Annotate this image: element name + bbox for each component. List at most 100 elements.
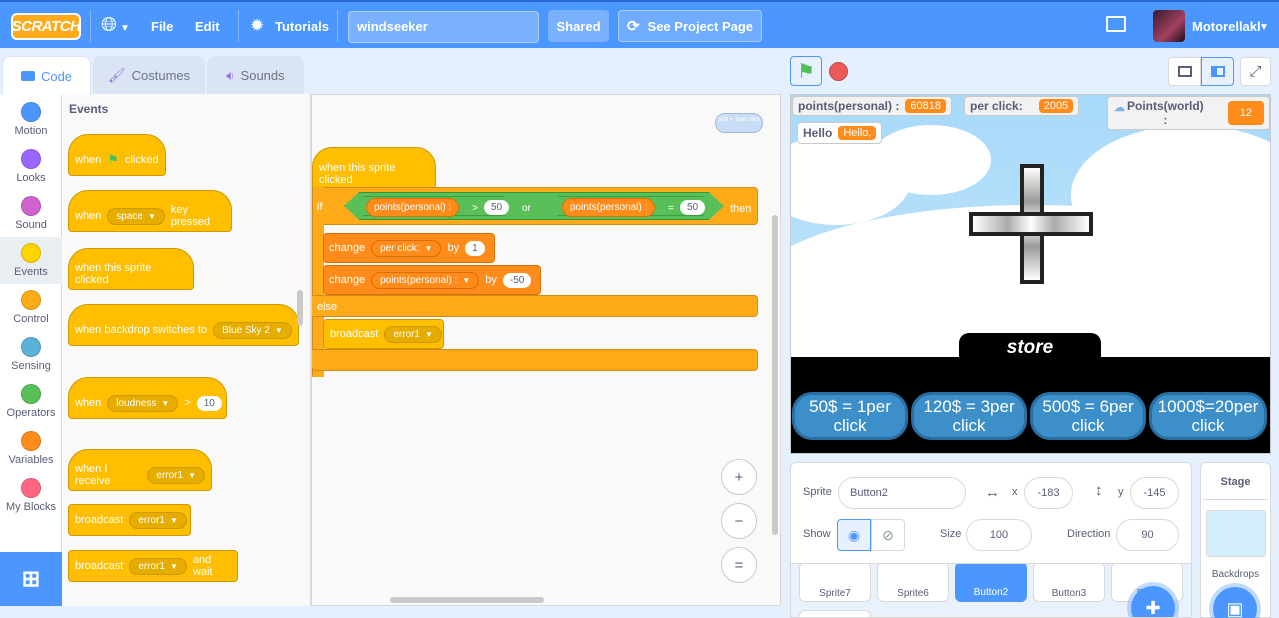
when-backdrop-switches-block[interactable]: when backdrop switches to Blue Sky 2 ▼ (68, 304, 299, 346)
shop-button-4[interactable]: 1000$=20per click (1149, 392, 1267, 440)
sprite-name-input[interactable]: Button2 (838, 477, 966, 509)
sprite-list: Sprite7 Sprite6 Button2 Button3 Bu... ✚ (790, 564, 1192, 618)
when-sprite-clicked-block[interactable]: when this sprite clicked (68, 248, 194, 290)
collapsed-comment[interactable]: 50$ = 1per click (715, 113, 763, 133)
category-operators[interactable]: Operators (0, 378, 62, 425)
sprite-card-selected[interactable]: Button2 (955, 564, 1027, 602)
loudness-value-input[interactable]: 10 (196, 395, 222, 411)
username[interactable]: Motorellakl (1192, 19, 1261, 34)
tab-costumes[interactable]: 🖌︎ Costumes (93, 56, 205, 94)
category-my-blocks[interactable]: My Blocks (0, 472, 62, 519)
file-menu[interactable]: File (151, 19, 173, 34)
palette-title: Events (69, 102, 109, 116)
zoom-in-button[interactable]: + (721, 459, 757, 495)
backdrop-dropdown[interactable]: Blue Sky 2 ▼ (213, 321, 292, 339)
tab-sounds[interactable]: 🔉︎ Sounds (207, 56, 304, 94)
message-dropdown[interactable]: error1 ▼ (129, 511, 187, 529)
tutorials-menu[interactable]: Tutorials (275, 19, 329, 34)
change-amount-input[interactable]: -50 (502, 272, 532, 288)
category-variables[interactable]: Variables (0, 425, 62, 472)
size-input[interactable]: 100 (966, 519, 1032, 551)
my-stuff-folder-icon[interactable] (1106, 16, 1126, 32)
direction-input[interactable]: 90 (1116, 519, 1179, 551)
variable-dropdown[interactable]: per click: ▼ (371, 239, 442, 257)
variable-dropdown[interactable]: points(personal) : ▼ (371, 271, 480, 289)
scratch-logo[interactable]: SCRATCH (11, 13, 81, 40)
stop-button[interactable] (829, 62, 848, 81)
shop-button-1[interactable]: 50$ = 1per click (792, 392, 908, 440)
sprite-card[interactable]: Sprite7 (799, 564, 871, 602)
points-personal-reporter[interactable]: points(personal) : (366, 198, 460, 217)
category-sound[interactable]: Sound (0, 190, 62, 237)
zoom-reset-button[interactable]: = (721, 547, 757, 583)
language-globe-icon[interactable]: 🌐︎ ▼ (101, 14, 130, 37)
message-dropdown[interactable]: error1 ▼ (129, 557, 187, 575)
broadcast-block[interactable]: broadcast error1 ▼ (323, 319, 444, 349)
tab-code[interactable]: Code (2, 56, 91, 95)
change-per-click-block[interactable]: change per click: ▼ by 1 (323, 233, 495, 263)
horizontal-scrollbar[interactable] (390, 597, 544, 603)
when-key-pressed-block[interactable]: when space ▼ key pressed (68, 190, 232, 232)
choose-backdrop-button[interactable]: ▣ (1213, 587, 1257, 618)
when-flag-clicked-block[interactable]: when ⚑ clicked (68, 134, 166, 176)
add-extension-button[interactable]: ⊞ (0, 552, 62, 606)
project-title-input[interactable]: windseeker (348, 11, 539, 43)
script-area[interactable]: 50$ = 1per click when this sprite clicke… (311, 94, 781, 606)
cross-sprite[interactable] (969, 212, 1093, 236)
account-chevron-down-icon[interactable]: ▼ (1259, 22, 1269, 33)
sprite-card[interactable]: Sprite6 (877, 564, 949, 602)
category-looks[interactable]: Looks (0, 143, 62, 190)
hide-sprite-button[interactable]: ⊘ (871, 519, 905, 551)
block-text: broadcast (75, 514, 124, 526)
when-sprite-clicked-hat[interactable]: when this sprite clicked (312, 147, 436, 189)
sprite-card[interactable] (799, 610, 871, 617)
per-click-monitor[interactable]: per click: 2005 (964, 96, 1080, 116)
shared-button[interactable]: Shared (548, 10, 609, 42)
show-sprite-button[interactable]: ◉ (837, 519, 871, 551)
when-loudness-block[interactable]: when loudness ▼ > 10 (68, 377, 227, 419)
points-world-monitor[interactable]: ☁ Points(world) : 12 (1107, 96, 1270, 130)
category-sensing[interactable]: Sensing (0, 331, 62, 378)
change-points-block[interactable]: change points(personal) : ▼ by -50 (323, 265, 541, 295)
category-motion[interactable]: Motion (0, 96, 62, 143)
broadcast-and-wait-block[interactable]: broadcast error1 ▼ and wait (68, 550, 238, 582)
see-project-page-button[interactable]: ⟳ See Project Page (618, 10, 762, 42)
category-events[interactable]: Events (0, 237, 62, 284)
change-amount-input[interactable]: 1 (465, 240, 485, 256)
small-stage-button[interactable] (1168, 57, 1201, 86)
hello-monitor[interactable]: Hello Hello, (797, 122, 883, 144)
category-label: Variables (8, 454, 54, 466)
stage-thumbnail[interactable] (1206, 510, 1266, 557)
avatar[interactable] (1153, 10, 1185, 42)
x-position-input[interactable]: -183 (1024, 477, 1073, 509)
shop-button-3[interactable]: 500$ = 6per click (1030, 392, 1146, 440)
category-control[interactable]: Control (0, 284, 62, 331)
fullscreen-button[interactable]: ⤢ (1240, 57, 1271, 86)
eq-symbol: = (668, 203, 674, 214)
gt-value-input[interactable]: 50 (484, 200, 510, 215)
broadcast-block[interactable]: broadcast error1 ▼ (68, 504, 191, 536)
loudness-dropdown[interactable]: loudness ▼ (107, 394, 179, 412)
points-personal-reporter[interactable]: points(personal) : (562, 198, 656, 217)
edit-menu[interactable]: Edit (195, 19, 220, 34)
block-text: when backdrop switches to (75, 324, 208, 336)
palette-scrollbar[interactable] (297, 290, 303, 326)
image-add-icon: ▣ (1226, 598, 1244, 618)
key-dropdown[interactable]: space ▼ (107, 207, 165, 225)
shop-button-2[interactable]: 120$ = 3per click (911, 392, 1027, 440)
vertical-scrollbar[interactable] (772, 215, 778, 535)
message-dropdown[interactable]: error1 ▼ (147, 466, 205, 484)
sprite-card[interactable]: Button3 (1033, 564, 1105, 602)
when-i-receive-block[interactable]: when I receive error1 ▼ (68, 449, 212, 491)
small-stage-icon (1177, 66, 1192, 77)
y-position-input[interactable]: -145 (1130, 477, 1179, 509)
green-flag-button[interactable]: ⚑ (790, 56, 822, 86)
zoom-out-button[interactable]: − (721, 503, 757, 539)
eq-value-input[interactable]: 50 (680, 200, 706, 215)
large-stage-button[interactable] (1201, 57, 1234, 86)
points-personal-monitor[interactable]: points(personal) : 60818 (792, 96, 952, 116)
dropdown-value: points(personal) : (380, 274, 458, 286)
stage-target-pane[interactable]: Stage Backdrops ▣ (1200, 462, 1271, 618)
stage-canvas[interactable]: store 50$ = 1per click 120$ = 3per click… (790, 94, 1271, 454)
message-dropdown[interactable]: error1 ▼ (384, 325, 442, 343)
